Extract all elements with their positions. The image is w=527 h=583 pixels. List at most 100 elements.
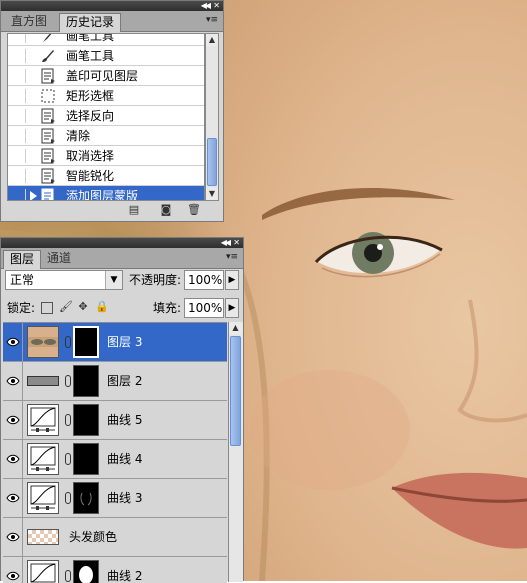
history-item[interactable]: 盖印可见图层 [8, 66, 204, 86]
lock-all-icon[interactable]: 🔒 [95, 301, 109, 313]
history-source-checkbox[interactable] [12, 34, 26, 43]
panel-menu-icon[interactable]: ▾≡ [205, 14, 219, 26]
lock-transparent-icon[interactable] [41, 302, 53, 314]
history-item[interactable]: 矩形选框 [8, 86, 204, 106]
history-source-checkbox[interactable] [12, 109, 26, 123]
history-item[interactable]: 画笔工具 [8, 33, 204, 46]
history-source-checkbox[interactable] [12, 189, 26, 200]
curves-adjustment-icon[interactable] [27, 404, 59, 436]
layer-mask-thumbnail[interactable] [73, 443, 99, 475]
scroll-thumb[interactable] [207, 138, 217, 186]
collapse-icon[interactable]: ◀◀ [221, 238, 231, 248]
layer-mask-thumbnail[interactable] [73, 482, 99, 514]
snapshot-icon[interactable]: ◙ [159, 204, 173, 216]
fill-input[interactable]: 100% [184, 298, 224, 318]
tab-layers[interactable]: 图层 [3, 250, 42, 269]
new-document-from-state-icon[interactable]: ▤ [127, 204, 141, 216]
opacity-slider-button[interactable]: ▶ [225, 270, 239, 290]
layer-thumbnail[interactable] [27, 326, 59, 358]
history-item-label: 画笔工具 [66, 33, 115, 43]
history-item-label: 智能锐化 [66, 169, 115, 183]
document-icon [41, 168, 55, 184]
visibility-eye-icon[interactable] [3, 557, 23, 583]
layer-name: 曲线 2 [107, 569, 143, 583]
close-icon[interactable]: ✕ [213, 1, 220, 11]
trash-icon[interactable]: 🗑 [187, 204, 201, 216]
curves-adjustment-icon[interactable] [27, 560, 59, 583]
history-item[interactable]: 选择反向 [8, 106, 204, 126]
layer-name: 图层 3 [107, 335, 143, 349]
curves-adjustment-icon[interactable] [27, 443, 59, 475]
layer-mask-thumbnail[interactable] [73, 404, 99, 436]
blend-row: 正常 ▼ 不透明度: 100% ▶ [1, 269, 243, 293]
mask-link-icon[interactable] [65, 453, 71, 465]
close-icon[interactable]: ✕ [233, 238, 240, 248]
history-scrollbar[interactable]: ▲ ▼ [205, 33, 219, 201]
lock-position-move-icon[interactable]: ✥ [77, 301, 89, 313]
mask-link-icon[interactable] [65, 375, 71, 387]
visibility-eye-icon[interactable] [3, 401, 23, 439]
brush-icon [42, 50, 54, 62]
scroll-up-icon[interactable]: ▲ [229, 322, 242, 334]
layers-scrollbar[interactable]: ▲ [228, 322, 243, 582]
layer-thumbnail[interactable] [27, 365, 59, 397]
history-state-slider[interactable] [30, 191, 37, 200]
layer-row[interactable]: 曲线 5 [3, 401, 227, 440]
layers-titlebar[interactable]: ◀◀ ✕ [1, 238, 243, 248]
history-source-checkbox[interactable] [12, 149, 26, 163]
visibility-eye-icon[interactable] [3, 362, 23, 400]
fill-slider-button[interactable]: ▶ [225, 298, 239, 318]
layer-row[interactable]: 图层 2 [3, 362, 227, 401]
mask-link-icon[interactable] [65, 492, 71, 504]
collapse-icon[interactable]: ◀◀ [201, 1, 211, 11]
history-source-checkbox[interactable] [12, 169, 26, 183]
curves-adjustment-icon[interactable] [27, 482, 59, 514]
history-source-checkbox[interactable] [12, 49, 26, 63]
visibility-eye-icon[interactable] [3, 323, 23, 361]
layer-row[interactable]: 曲线 4 [3, 440, 227, 479]
tab-channels[interactable]: 通道 [41, 250, 77, 267]
document-icon [41, 68, 55, 84]
layer-name: 曲线 3 [107, 491, 143, 505]
blend-mode-select[interactable]: 正常 ▼ [5, 270, 123, 290]
layer-mask-thumbnail[interactable] [73, 365, 99, 397]
history-source-checkbox[interactable] [12, 129, 26, 143]
scroll-up-icon[interactable]: ▲ [206, 34, 218, 46]
history-item-selected[interactable]: 添加图层蒙版 [8, 186, 204, 200]
layer-row[interactable]: 曲线 3 [3, 479, 227, 518]
chevron-down-icon[interactable]: ▼ [105, 271, 122, 289]
visibility-eye-icon[interactable] [3, 479, 23, 517]
history-item-label: 清除 [66, 129, 91, 143]
history-source-checkbox[interactable] [12, 89, 26, 103]
lock-row: 锁定: 🖌 ✥ 🔒 填充: 100% ▶ [1, 297, 243, 319]
tab-histogram[interactable]: 直方图 [5, 13, 53, 30]
lock-image-brush-icon[interactable]: 🖌 [59, 301, 73, 313]
panel-menu-icon[interactable]: ▾≡ [225, 251, 239, 263]
fill-label: 填充: [153, 301, 182, 315]
blend-mode-value: 正常 [10, 273, 35, 287]
history-item-label: 取消选择 [66, 149, 115, 163]
layer-thumbnail[interactable] [27, 529, 59, 545]
mask-link-icon[interactable] [65, 414, 71, 426]
history-item[interactable]: 智能锐化 [8, 166, 204, 186]
mask-link-icon[interactable] [65, 336, 71, 348]
scroll-down-icon[interactable]: ▼ [206, 188, 218, 200]
layer-row[interactable]: 头发颜色 [3, 518, 227, 557]
layer-row[interactable]: 曲线 2 [3, 557, 227, 583]
history-item[interactable]: 取消选择 [8, 146, 204, 166]
history-titlebar[interactable]: ◀◀ ✕ [1, 1, 223, 11]
history-source-checkbox[interactable] [12, 69, 26, 83]
layer-mask-thumbnail[interactable] [73, 560, 99, 583]
layer-mask-thumbnail[interactable] [73, 326, 99, 358]
history-item[interactable]: 清除 [8, 126, 204, 146]
mask-link-icon[interactable] [65, 570, 71, 582]
history-item[interactable]: 画笔工具 [8, 46, 204, 66]
scroll-thumb[interactable] [230, 336, 241, 446]
tab-history[interactable]: 历史记录 [59, 13, 122, 32]
visibility-eye-icon[interactable] [3, 518, 23, 556]
layer-row-selected[interactable]: 图层 3 [3, 323, 227, 362]
opacity-input[interactable]: 100% [184, 270, 224, 290]
visibility-eye-icon[interactable] [3, 440, 23, 478]
history-footer: ▤ ◙ 🗑 [1, 201, 223, 221]
history-list: 画笔工具 画笔工具 盖印可见图层 矩形选框 选择反向 清除 取消选择 智能锐化 … [7, 33, 205, 201]
